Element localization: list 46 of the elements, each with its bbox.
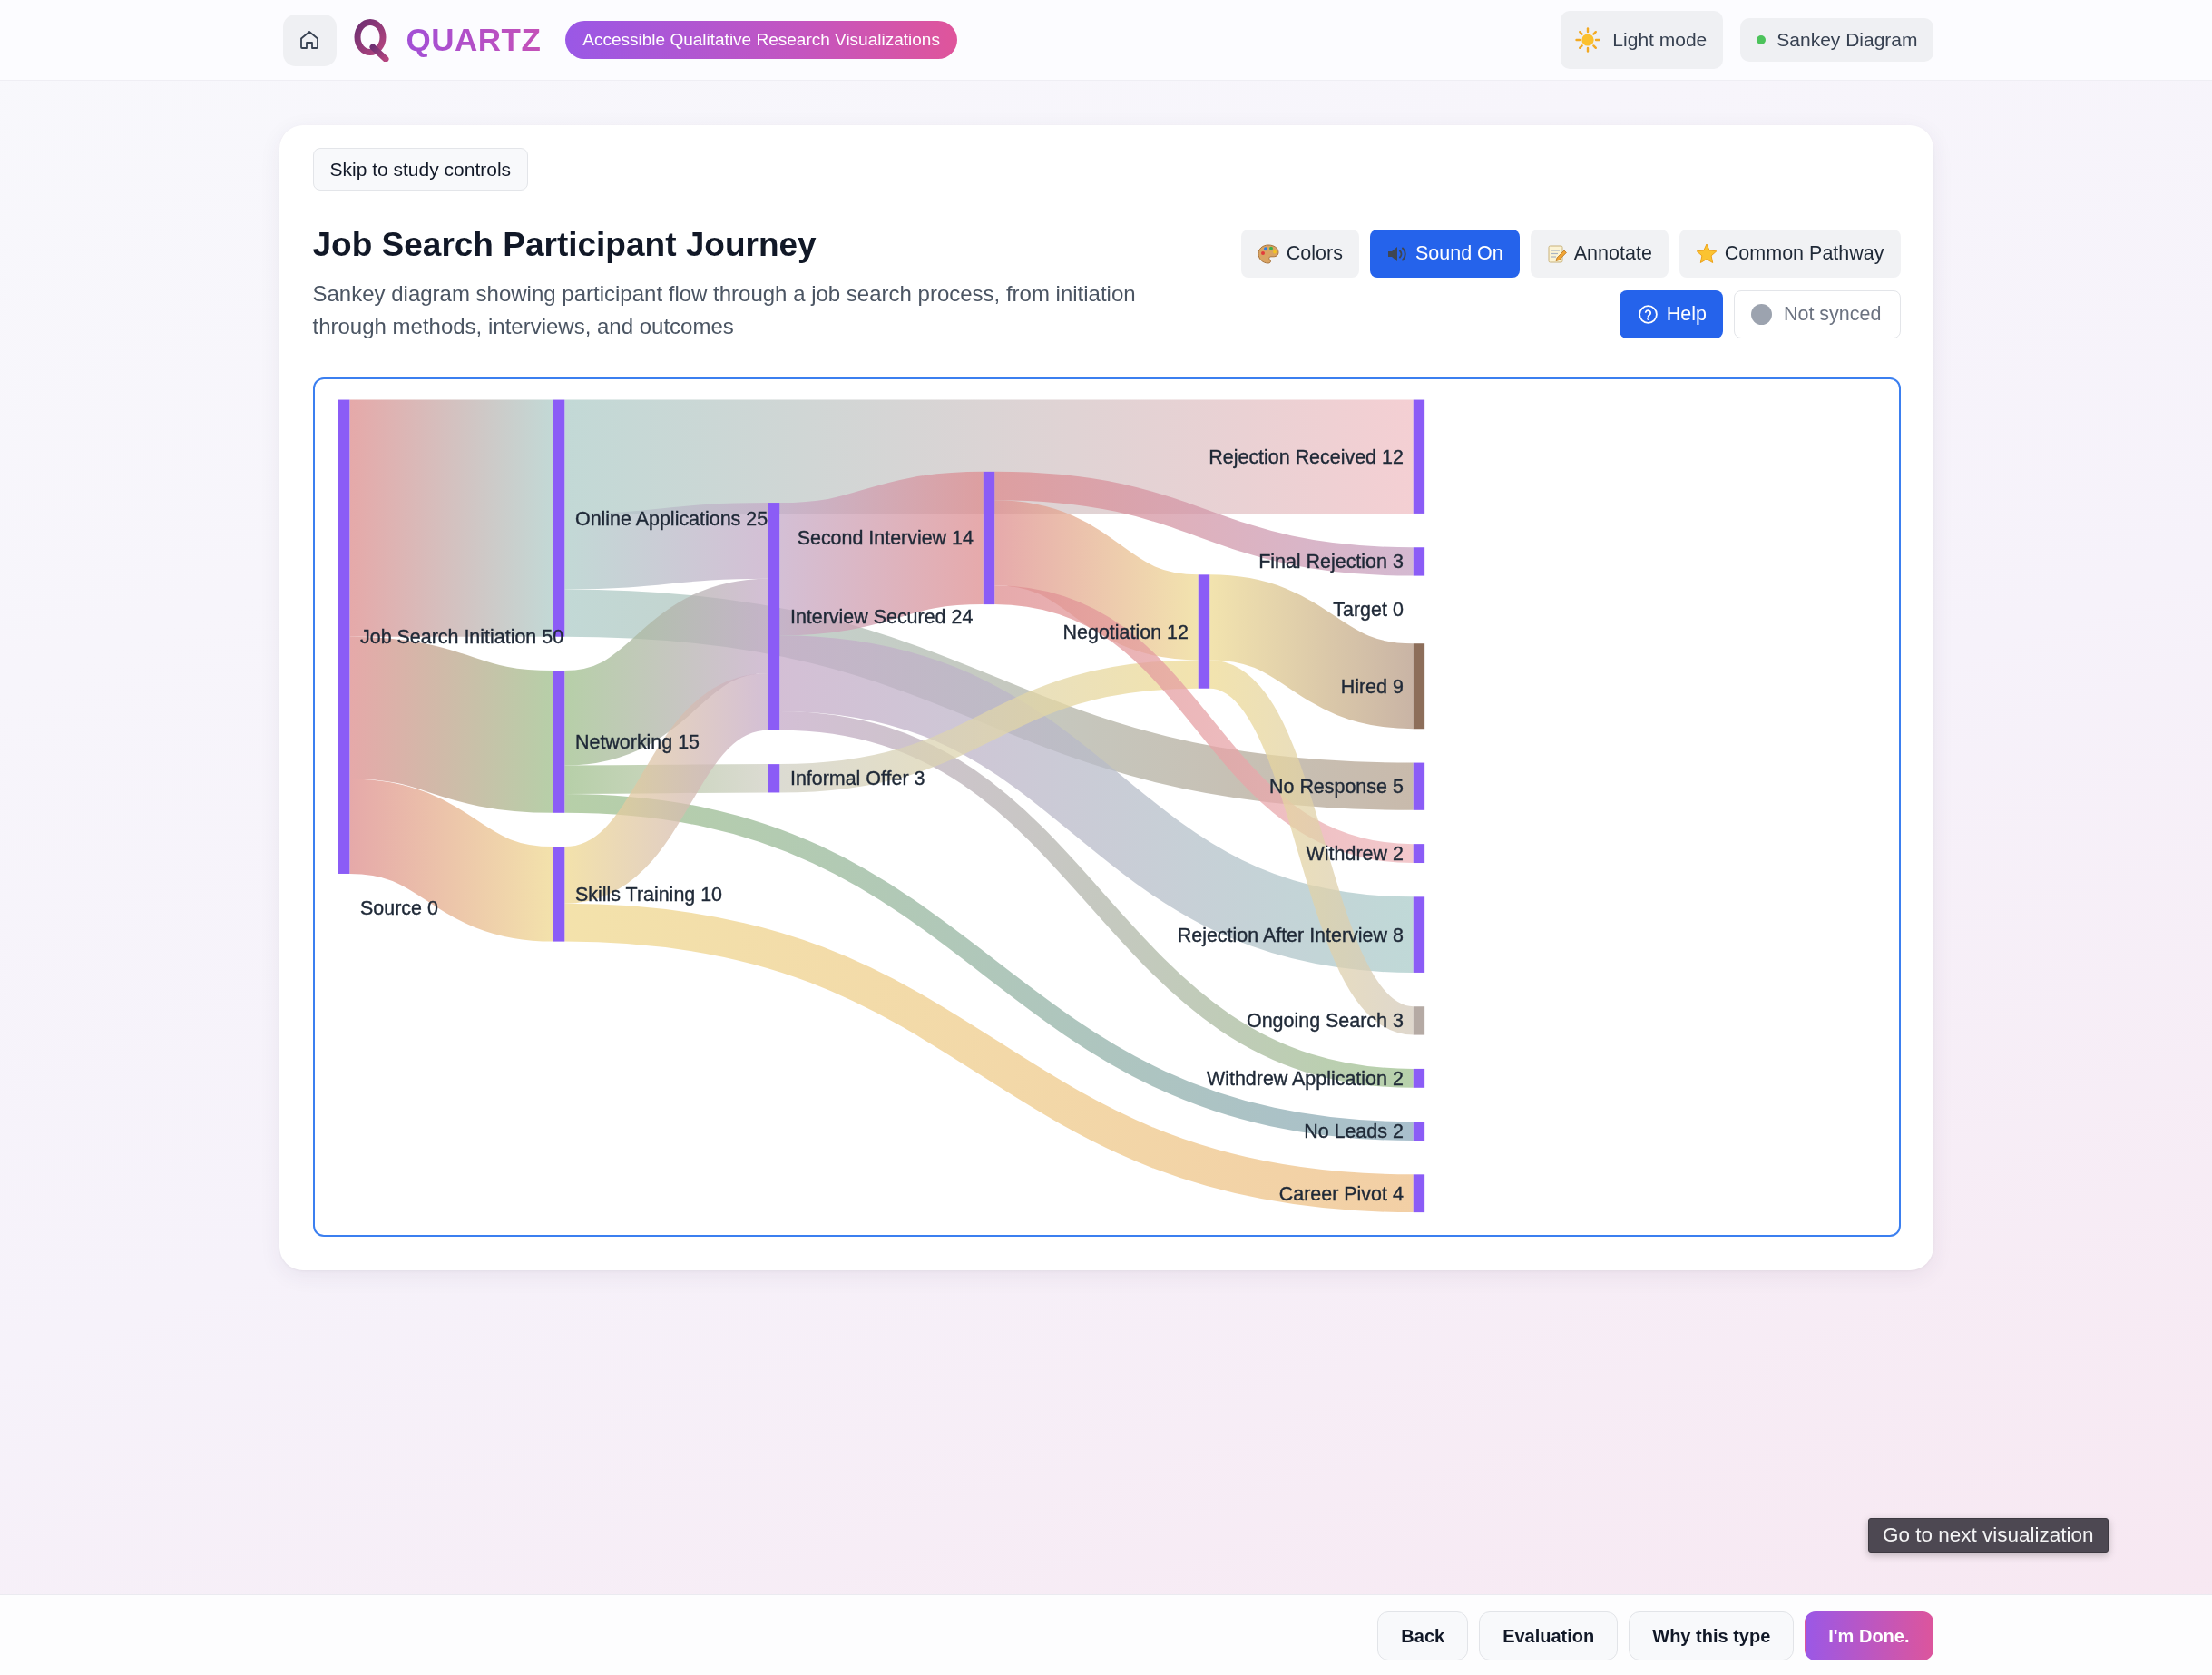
- node-label: Career Pivot 4: [1278, 1182, 1404, 1205]
- node-label: Networking 15: [574, 730, 700, 753]
- node-label: Job Search Initiation 50: [359, 626, 563, 649]
- node-label: Target 0: [1332, 599, 1404, 622]
- sync-status-text: Not synced: [1783, 303, 1882, 326]
- status-dot-icon: [1757, 35, 1767, 44]
- home-button[interactable]: [282, 14, 337, 66]
- tagline-badge: Accessible Qualitative Research Visualizations: [565, 21, 957, 59]
- done-button[interactable]: I'm Done.: [1805, 1611, 1933, 1660]
- node-label: Source 0: [359, 896, 438, 919]
- node-label: Hired 9: [1340, 675, 1404, 698]
- node-label: No Response 5: [1268, 776, 1404, 798]
- view-name: Sankey Diagram: [1776, 29, 1918, 51]
- node-label: Withdrew 2: [1306, 843, 1404, 866]
- nav-button[interactable]: Back: [1377, 1611, 1469, 1660]
- colors-button[interactable]: Colors: [1240, 230, 1359, 278]
- node-label: Informal Offer 3: [789, 768, 925, 790]
- logo-icon: [353, 18, 389, 62]
- chart-description: Sankey diagram showing participant flow through a job search process, from initiation through methods, interviews, and outcomes: [312, 280, 1137, 340]
- node-label: Second Interview 14: [797, 527, 974, 550]
- node-label: Skills Training 10: [574, 883, 722, 906]
- node-label: Final Rejection 3: [1258, 551, 1404, 573]
- node-label: Rejection Received 12: [1208, 446, 1404, 468]
- tooltip: Go to next visualization: [1868, 1518, 2109, 1553]
- skip-link[interactable]: Skip to study controls: [312, 148, 529, 191]
- theme-toggle[interactable]: Light mode: [1561, 11, 1724, 69]
- help-button[interactable]: Help: [1619, 290, 1723, 338]
- node-label: Rejection After Interview 8: [1177, 924, 1404, 946]
- memo-icon: [1546, 243, 1567, 264]
- annotate-button[interactable]: Annotate: [1530, 230, 1669, 278]
- sun-icon: [1575, 27, 1601, 53]
- sound-toggle[interactable]: Sound On: [1369, 230, 1520, 278]
- node-label: Ongoing Search 3: [1246, 1010, 1404, 1033]
- home-icon: [299, 29, 320, 51]
- chart-title: Job Search Participant Journey: [312, 225, 817, 265]
- palette-icon: [1257, 243, 1279, 264]
- node-label: Online Applications 25: [574, 507, 768, 530]
- node-label: Withdrew Application 2: [1206, 1067, 1404, 1090]
- help-icon: [1638, 305, 1658, 324]
- node-label: Negotiation 12: [1062, 621, 1189, 643]
- common-pathway-button[interactable]: Common Pathway: [1679, 230, 1901, 278]
- nav-button[interactable]: Why this type: [1629, 1611, 1795, 1660]
- star-icon: [1695, 243, 1718, 264]
- nav-button[interactable]: Evaluation: [1479, 1611, 1619, 1660]
- node-label: Interview Secured 24: [789, 605, 973, 628]
- node-label: No Leads 2: [1303, 1121, 1404, 1143]
